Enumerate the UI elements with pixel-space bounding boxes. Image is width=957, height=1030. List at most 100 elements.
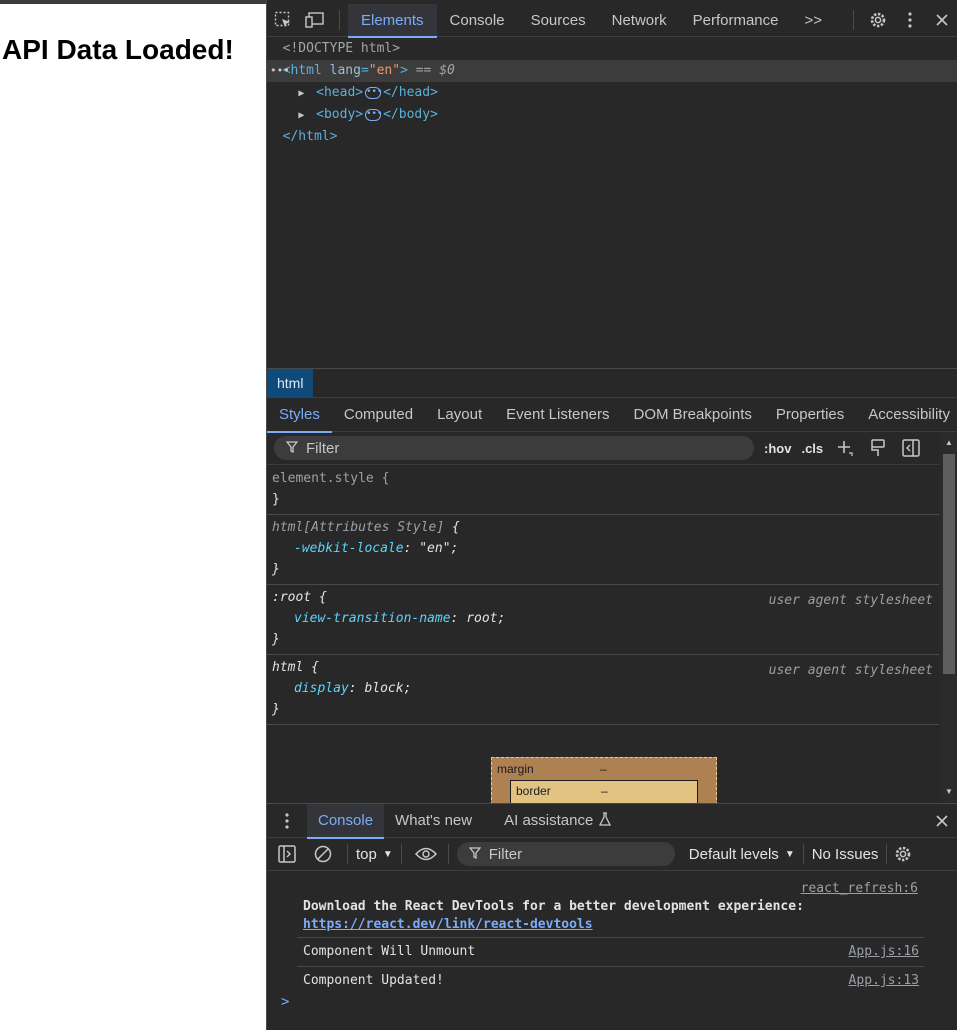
kebab-menu-icon[interactable] bbox=[894, 4, 926, 37]
tab-event-listeners[interactable]: Event Listeners bbox=[494, 398, 621, 432]
log-levels-dropdown[interactable]: Default levels ▼ bbox=[689, 846, 795, 863]
tab-accessibility[interactable]: Accessibility bbox=[856, 398, 957, 432]
chevron-down-icon: ▼ bbox=[784, 848, 795, 860]
toolbar-separator bbox=[400, 844, 402, 864]
border-value[interactable]: – bbox=[601, 784, 608, 798]
context-selector[interactable]: top ▼ bbox=[356, 846, 393, 863]
console-message: Component Will Unmount App.js:16 bbox=[297, 938, 924, 967]
scroll-down-icon[interactable]: ▼ bbox=[945, 787, 953, 796]
tab-network[interactable]: Network bbox=[599, 4, 680, 37]
devtools-main-toolbar: Elements Console Sources Network Perform… bbox=[267, 3, 957, 38]
style-property[interactable]: -webkit-locale: "en"; bbox=[272, 538, 934, 559]
message-source-link[interactable]: App.js:13 bbox=[849, 972, 919, 990]
inspect-element-icon[interactable] bbox=[267, 4, 299, 37]
console-toolbar: top ▼ Filter Default levels ▼ No Issues bbox=[267, 838, 957, 871]
property-value: root; bbox=[466, 611, 506, 626]
style-property[interactable]: display: block; bbox=[272, 678, 934, 699]
breadcrumb-item-html[interactable]: html bbox=[267, 369, 314, 397]
property-value: block; bbox=[364, 681, 412, 696]
expand-triangle-icon[interactable]: ▶ bbox=[298, 83, 308, 105]
scroll-up-icon[interactable]: ▲ bbox=[945, 438, 953, 447]
scroll-thumb[interactable] bbox=[943, 454, 955, 674]
toolbar-separator bbox=[802, 844, 804, 864]
console-messages: react_refresh:6 Download the React DevTo… bbox=[267, 872, 957, 1030]
message-source-link[interactable]: react_refresh:6 bbox=[801, 881, 918, 896]
styles-rules-pane: element.style { } html[Attributes Style]… bbox=[267, 466, 939, 802]
tab-sources[interactable]: Sources bbox=[518, 4, 599, 37]
margin-label: margin bbox=[497, 762, 534, 776]
page-viewport: API Data Loaded! bbox=[0, 0, 266, 1030]
head-open-tag: <head> bbox=[316, 85, 364, 100]
rule-selector: element.style { bbox=[272, 471, 390, 486]
tab-elements[interactable]: Elements bbox=[348, 3, 437, 38]
tab-properties[interactable]: Properties bbox=[764, 398, 856, 432]
dom-node-body[interactable]: ▶ <body> •••</body> bbox=[267, 104, 957, 126]
console-prompt[interactable]: > bbox=[281, 994, 289, 1010]
drawer-tab-whats-new[interactable]: What's new bbox=[384, 804, 483, 838]
tab-styles[interactable]: Styles bbox=[267, 398, 332, 433]
tab-dom-breakpoints[interactable]: DOM Breakpoints bbox=[622, 398, 764, 432]
styles-filter-placeholder: Filter bbox=[306, 439, 340, 457]
add-rule-icon[interactable] bbox=[834, 437, 856, 459]
console-sidebar-icon[interactable] bbox=[267, 838, 307, 871]
hover-state-toggle[interactable]: :hov bbox=[764, 441, 791, 456]
expand-triangle-icon[interactable]: ▶ bbox=[298, 105, 308, 127]
class-toggle[interactable]: .cls bbox=[801, 441, 823, 456]
rule-root[interactable]: :root { user agent stylesheet view-trans… bbox=[267, 585, 939, 655]
rule-attributes-style[interactable]: html[Attributes Style] { -webkit-locale:… bbox=[267, 515, 939, 585]
settings-gear-icon[interactable] bbox=[862, 4, 894, 37]
property-name: -webkit-locale bbox=[294, 541, 404, 556]
issues-button[interactable]: No Issues bbox=[812, 846, 879, 863]
property-name: display bbox=[294, 681, 349, 696]
rule-close-brace: } bbox=[272, 632, 280, 647]
node-actions-icon[interactable]: ••• bbox=[270, 60, 290, 82]
tab-performance[interactable]: Performance bbox=[680, 4, 792, 37]
property-value: "en"; bbox=[419, 541, 459, 556]
collapsed-ellipsis-icon[interactable]: ••• bbox=[365, 86, 382, 99]
styles-filter-input[interactable]: Filter bbox=[274, 436, 754, 460]
lang-attr-value: "en" bbox=[368, 63, 401, 78]
collapsed-ellipsis-icon[interactable]: ••• bbox=[365, 108, 382, 121]
drawer-close-icon[interactable] bbox=[926, 804, 957, 837]
tab-console[interactable]: Console bbox=[437, 4, 518, 37]
dom-node-head[interactable]: ▶ <head> •••</head> bbox=[267, 82, 957, 104]
html-close-bracket: > bbox=[400, 63, 408, 78]
rule-element-style[interactable]: element.style { } bbox=[267, 466, 939, 515]
body-open-tag: <body> bbox=[316, 107, 364, 122]
selected-marker: == $0 bbox=[415, 63, 455, 78]
breadcrumb: html bbox=[267, 368, 957, 398]
message-source-link[interactable]: App.js:16 bbox=[849, 943, 919, 961]
rule-close-brace: } bbox=[272, 702, 280, 717]
clear-console-icon[interactable] bbox=[307, 838, 339, 871]
box-model-margin[interactable]: margin – border – bbox=[491, 757, 717, 806]
margin-value[interactable]: – bbox=[600, 762, 607, 776]
toolbar-separator bbox=[347, 844, 348, 864]
more-tabs-button[interactable]: >> bbox=[792, 4, 836, 37]
dom-node-html[interactable]: ••• <html lang="en"> == $0 bbox=[267, 60, 957, 82]
console-filter-input[interactable]: Filter bbox=[456, 842, 675, 866]
tab-layout[interactable]: Layout bbox=[425, 398, 494, 432]
drawer-tab-console[interactable]: Console bbox=[307, 803, 385, 839]
react-devtools-link[interactable]: https://react.dev/link/react-devtools bbox=[303, 917, 593, 932]
dom-node-html-close[interactable]: </html> bbox=[267, 126, 957, 148]
tab-computed[interactable]: Computed bbox=[332, 398, 425, 432]
dom-tree: <!DOCTYPE html> ••• <html lang="en"> == … bbox=[267, 38, 957, 368]
drawer-tab-ai-assistance[interactable]: AI assistance bbox=[493, 804, 622, 838]
drawer-menu-icon[interactable] bbox=[267, 804, 307, 837]
close-icon[interactable] bbox=[926, 4, 957, 37]
style-property[interactable]: view-transition-name: root; bbox=[272, 608, 934, 629]
eye-icon[interactable] bbox=[410, 838, 442, 871]
styles-toolbar: Filter :hov .cls bbox=[267, 432, 939, 465]
rule-close-brace: } bbox=[272, 492, 280, 507]
rule-html[interactable]: html { user agent stylesheet display: bl… bbox=[267, 655, 939, 725]
console-message: Component Updated! App.js:13 bbox=[297, 967, 924, 995]
console-settings-gear-icon[interactable] bbox=[887, 838, 919, 871]
rule-origin: user agent stylesheet bbox=[768, 663, 933, 678]
styles-scrollbar[interactable]: ▲ ▼ bbox=[940, 432, 957, 802]
sidebar-toggle-icon[interactable] bbox=[900, 437, 922, 459]
dom-node-doctype[interactable]: <!DOCTYPE html> bbox=[267, 38, 957, 60]
page-heading: API Data Loaded! bbox=[2, 34, 234, 65]
paint-brush-icon[interactable] bbox=[867, 437, 889, 459]
devtools-panel: Elements Console Sources Network Perform… bbox=[266, 0, 957, 1030]
device-toolbar-icon[interactable] bbox=[299, 4, 331, 37]
